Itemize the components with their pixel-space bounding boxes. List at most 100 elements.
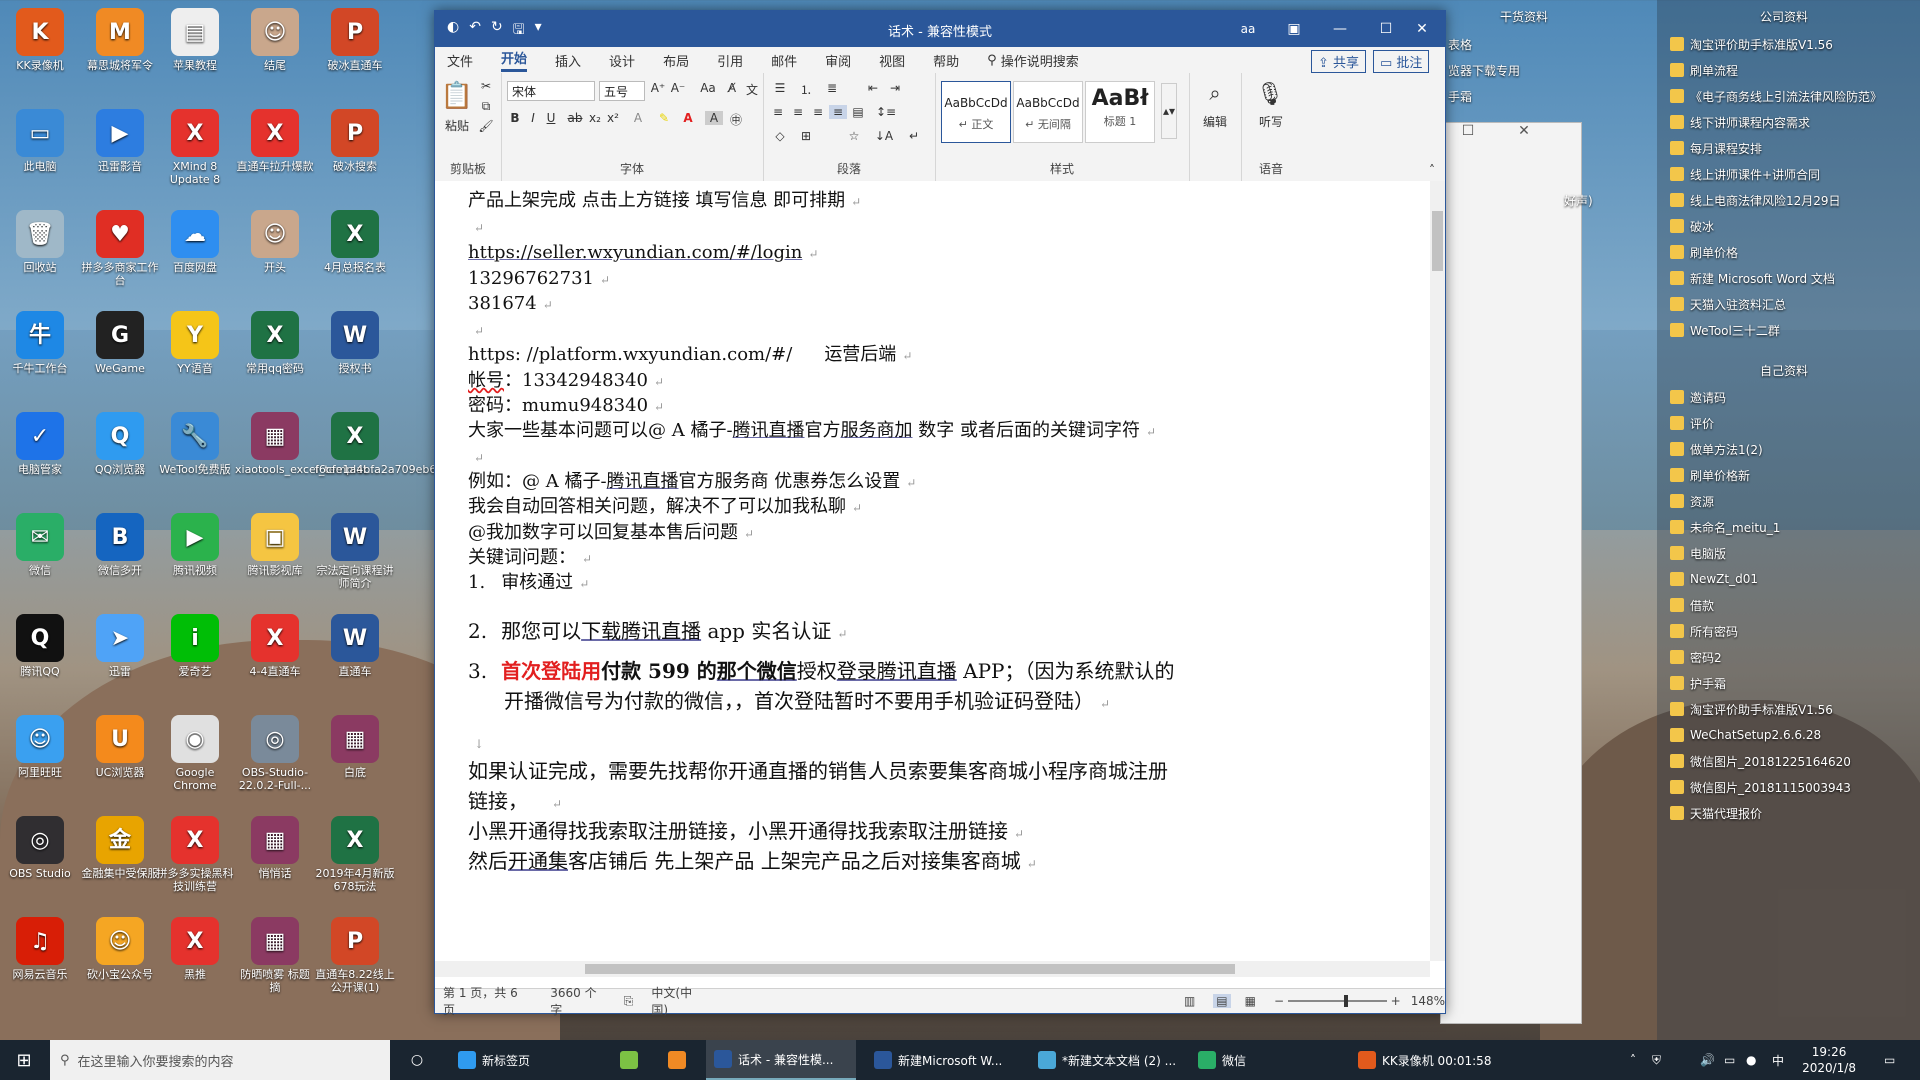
document-area[interactable]: 产品上架完成 点击上方链接 填写信息 即可排期 ↵ ↵ https://selle… bbox=[435, 181, 1430, 961]
character-shading-icon[interactable]: A bbox=[705, 111, 723, 125]
paste-label[interactable]: 粘贴 bbox=[439, 117, 475, 134]
desktop-file-item[interactable]: 密码2 bbox=[1670, 646, 1722, 668]
desktop-file-item[interactable]: 每月课程安排 bbox=[1670, 137, 1762, 159]
zoom-level[interactable]: 148% bbox=[1411, 994, 1445, 1008]
taskbar-app[interactable] bbox=[660, 1040, 700, 1080]
format-painter-icon[interactable]: 🖌 bbox=[477, 119, 495, 133]
desktop-icon[interactable]: X 4-4直通车 bbox=[235, 614, 315, 678]
back-maximize-icon[interactable]: ☐ bbox=[1445, 113, 1491, 149]
taskbar-app[interactable]: 新标签页 bbox=[450, 1040, 600, 1080]
desktop-file-item[interactable]: 线上电商法律风险12月29日 bbox=[1670, 189, 1841, 211]
font-color-icon[interactable]: A bbox=[679, 111, 697, 125]
tab-references[interactable]: 引用 bbox=[717, 51, 743, 70]
desktop-icon[interactable]: ◎ OBS-Studio-22.0.2-Full-... bbox=[235, 715, 315, 792]
back-close-icon[interactable]: ✕ bbox=[1501, 113, 1547, 149]
notification-icon[interactable]: ▭ bbox=[1884, 1040, 1895, 1080]
desktop-icon[interactable]: ▦ 悄悄话 bbox=[235, 816, 315, 880]
desktop-icon[interactable]: B 微信多开 bbox=[80, 513, 160, 577]
read-mode-icon[interactable]: ▥ bbox=[1184, 994, 1195, 1008]
desktop-icon[interactable]: 牛千牛工作台 bbox=[0, 311, 80, 375]
desktop-file-item[interactable]: WeChatSetup2.6.6.28 bbox=[1670, 724, 1821, 746]
desktop-file-item[interactable]: 刷单价格 bbox=[1670, 241, 1738, 263]
desktop-icon[interactable]: W 宗法定向课程讲师简介 bbox=[315, 513, 395, 590]
desktop-icon[interactable]: Q QQ浏览器 bbox=[80, 412, 160, 476]
desktop-icon[interactable]: W 授权书 bbox=[315, 311, 395, 375]
font-name-combo[interactable]: 宋体 bbox=[507, 81, 595, 101]
desktop-icon[interactable]: ☺ 阿里旺旺 bbox=[0, 715, 80, 779]
desktop-icon[interactable]: P 破冰直通车 bbox=[315, 8, 395, 72]
borders-icon[interactable]: ⊞ bbox=[795, 129, 817, 143]
desktop-icon[interactable]: 🔧 WeTool免费版 bbox=[155, 412, 235, 476]
ime-indicator[interactable]: 中 bbox=[1772, 1040, 1784, 1080]
background-window[interactable]: — ☐ ✕ bbox=[1407, 122, 1582, 1024]
desktop-file-item[interactable]: 淘宝评价助手标准版V1.56 bbox=[1670, 698, 1833, 720]
zoom-thumb[interactable] bbox=[1344, 995, 1349, 1007]
superscript-icon[interactable]: x² bbox=[605, 111, 621, 125]
page-count[interactable]: 第 1 页，共 6 页 bbox=[443, 984, 532, 1018]
cut-icon[interactable]: ✂ bbox=[477, 79, 495, 93]
change-case-icon[interactable]: Aa bbox=[695, 81, 721, 95]
italic-icon[interactable]: I bbox=[525, 111, 541, 125]
desktop-icon[interactable]: G WeGame bbox=[80, 311, 160, 375]
style-no-spacing[interactable]: AaBbCcDd ↵ 无间隔 bbox=[1013, 81, 1083, 143]
desktop-icon[interactable]: ▦ 防晒喷雾 标题摘 bbox=[235, 917, 315, 994]
distributed-icon[interactable]: ▤ bbox=[849, 105, 867, 119]
desktop-icon[interactable]: ☁ 百度网盘 bbox=[155, 210, 235, 274]
justify-icon[interactable]: ≡ bbox=[829, 105, 847, 119]
web-layout-icon[interactable]: ▦ bbox=[1245, 994, 1256, 1008]
underline-icon[interactable]: U bbox=[543, 111, 559, 125]
copy-icon[interactable]: ⧉ bbox=[477, 99, 495, 114]
collapse-ribbon-icon[interactable]: ˄ bbox=[1425, 163, 1439, 177]
tab-home[interactable]: 开始 bbox=[501, 48, 528, 72]
find-icon[interactable]: ⌕ bbox=[1201, 79, 1229, 107]
tell-me-search[interactable]: ⚲ 操作说明搜索 bbox=[987, 51, 1079, 70]
proofing-icon[interactable]: ⎘ bbox=[624, 994, 634, 1009]
taskbar-app[interactable] bbox=[612, 1040, 652, 1080]
phonetic-icon[interactable]: 文 bbox=[743, 81, 761, 98]
desktop-icon[interactable]: X 黑推 bbox=[155, 917, 235, 981]
bullets-icon[interactable]: ☰ bbox=[769, 81, 791, 95]
paste-icon[interactable]: 📋 bbox=[441, 79, 473, 113]
shrink-font-icon[interactable]: A⁻ bbox=[669, 81, 687, 95]
desktop-icon[interactable]: Q 腾讯QQ bbox=[0, 614, 80, 678]
desktop-file-item[interactable]: 评价 bbox=[1670, 412, 1714, 434]
desktop-icon[interactable]: ▤ 苹果教程 bbox=[155, 8, 235, 72]
desktop-file-item[interactable]: 天猫代理报价 bbox=[1670, 802, 1762, 824]
desktop-icon[interactable]: ♥ 拼多多商家工作台 bbox=[80, 210, 160, 287]
desktop-file-item[interactable]: 借款 bbox=[1670, 594, 1714, 616]
desktop-icon[interactable]: ▦ xiaotools_excel_templat... bbox=[235, 412, 378, 476]
desktop-icon[interactable]: X 2019年4月新版678玩法 bbox=[315, 816, 395, 893]
desktop-file-item[interactable]: 破冰 bbox=[1670, 215, 1714, 237]
desktop-icon[interactable]: ✓ 电脑管家 bbox=[0, 412, 80, 476]
desktop-file-item[interactable]: 微信图片_20181115003943 bbox=[1670, 776, 1851, 798]
desktop-file-item[interactable]: 天猫入驻资料汇总 bbox=[1670, 293, 1786, 315]
multilevel-list-icon[interactable]: ≣ bbox=[821, 81, 843, 95]
desktop-icon[interactable]: Y YY语音 bbox=[155, 311, 235, 375]
taskbar-app[interactable]: 话术 - 兼容性模... bbox=[706, 1040, 856, 1080]
zoom-out-icon[interactable]: − bbox=[1274, 994, 1284, 1008]
desktop-icon[interactable]: X 常用qq密码 bbox=[235, 311, 315, 375]
desktop-icon[interactable]: ♫ 网易云音乐 bbox=[0, 917, 80, 981]
tab-view[interactable]: 视图 bbox=[879, 51, 905, 70]
desktop-file-item[interactable]: 所有密码 bbox=[1670, 620, 1738, 642]
desktop-icon[interactable]: X 拼多多实操黑科技训练营 bbox=[155, 816, 235, 893]
desktop-file-item[interactable]: 线上讲师课件+讲师合同 bbox=[1670, 163, 1820, 185]
text-effects-icon[interactable]: A bbox=[629, 111, 647, 125]
desktop-icon[interactable]: Xf6cfe1a4bfa2a709eb67... bbox=[315, 412, 454, 476]
microphone-icon[interactable]: 🎙 bbox=[1255, 79, 1285, 109]
subscript-icon[interactable]: x₂ bbox=[587, 111, 603, 125]
scroll-thumb[interactable] bbox=[1432, 211, 1443, 271]
clock[interactable]: 19:26 2020/1/8 bbox=[1802, 1044, 1856, 1076]
desktop-file-item[interactable]: 新建 Microsoft Word 文档 bbox=[1670, 267, 1835, 289]
seller-link[interactable]: https://seller.wxyundian.com/#/login bbox=[468, 242, 802, 263]
desktop-icon[interactable]: ◎ OBS Studio bbox=[0, 816, 80, 880]
shading-icon[interactable]: ◇ bbox=[769, 129, 791, 143]
cortana-icon[interactable]: ○ bbox=[394, 1040, 440, 1080]
scroll-thumb[interactable] bbox=[585, 964, 1235, 974]
desktop-icon[interactable]: i 爱奇艺 bbox=[155, 614, 235, 678]
desktop-file-item[interactable]: 电脑版 bbox=[1670, 542, 1726, 564]
desktop-icon[interactable]: U UC浏览器 bbox=[80, 715, 160, 779]
numbering-icon[interactable]: ⒈ bbox=[795, 81, 817, 98]
line-spacing-icon[interactable]: ↕≡ bbox=[875, 105, 897, 119]
style-normal[interactable]: AaBbCcDd ↵ 正文 bbox=[941, 81, 1011, 143]
